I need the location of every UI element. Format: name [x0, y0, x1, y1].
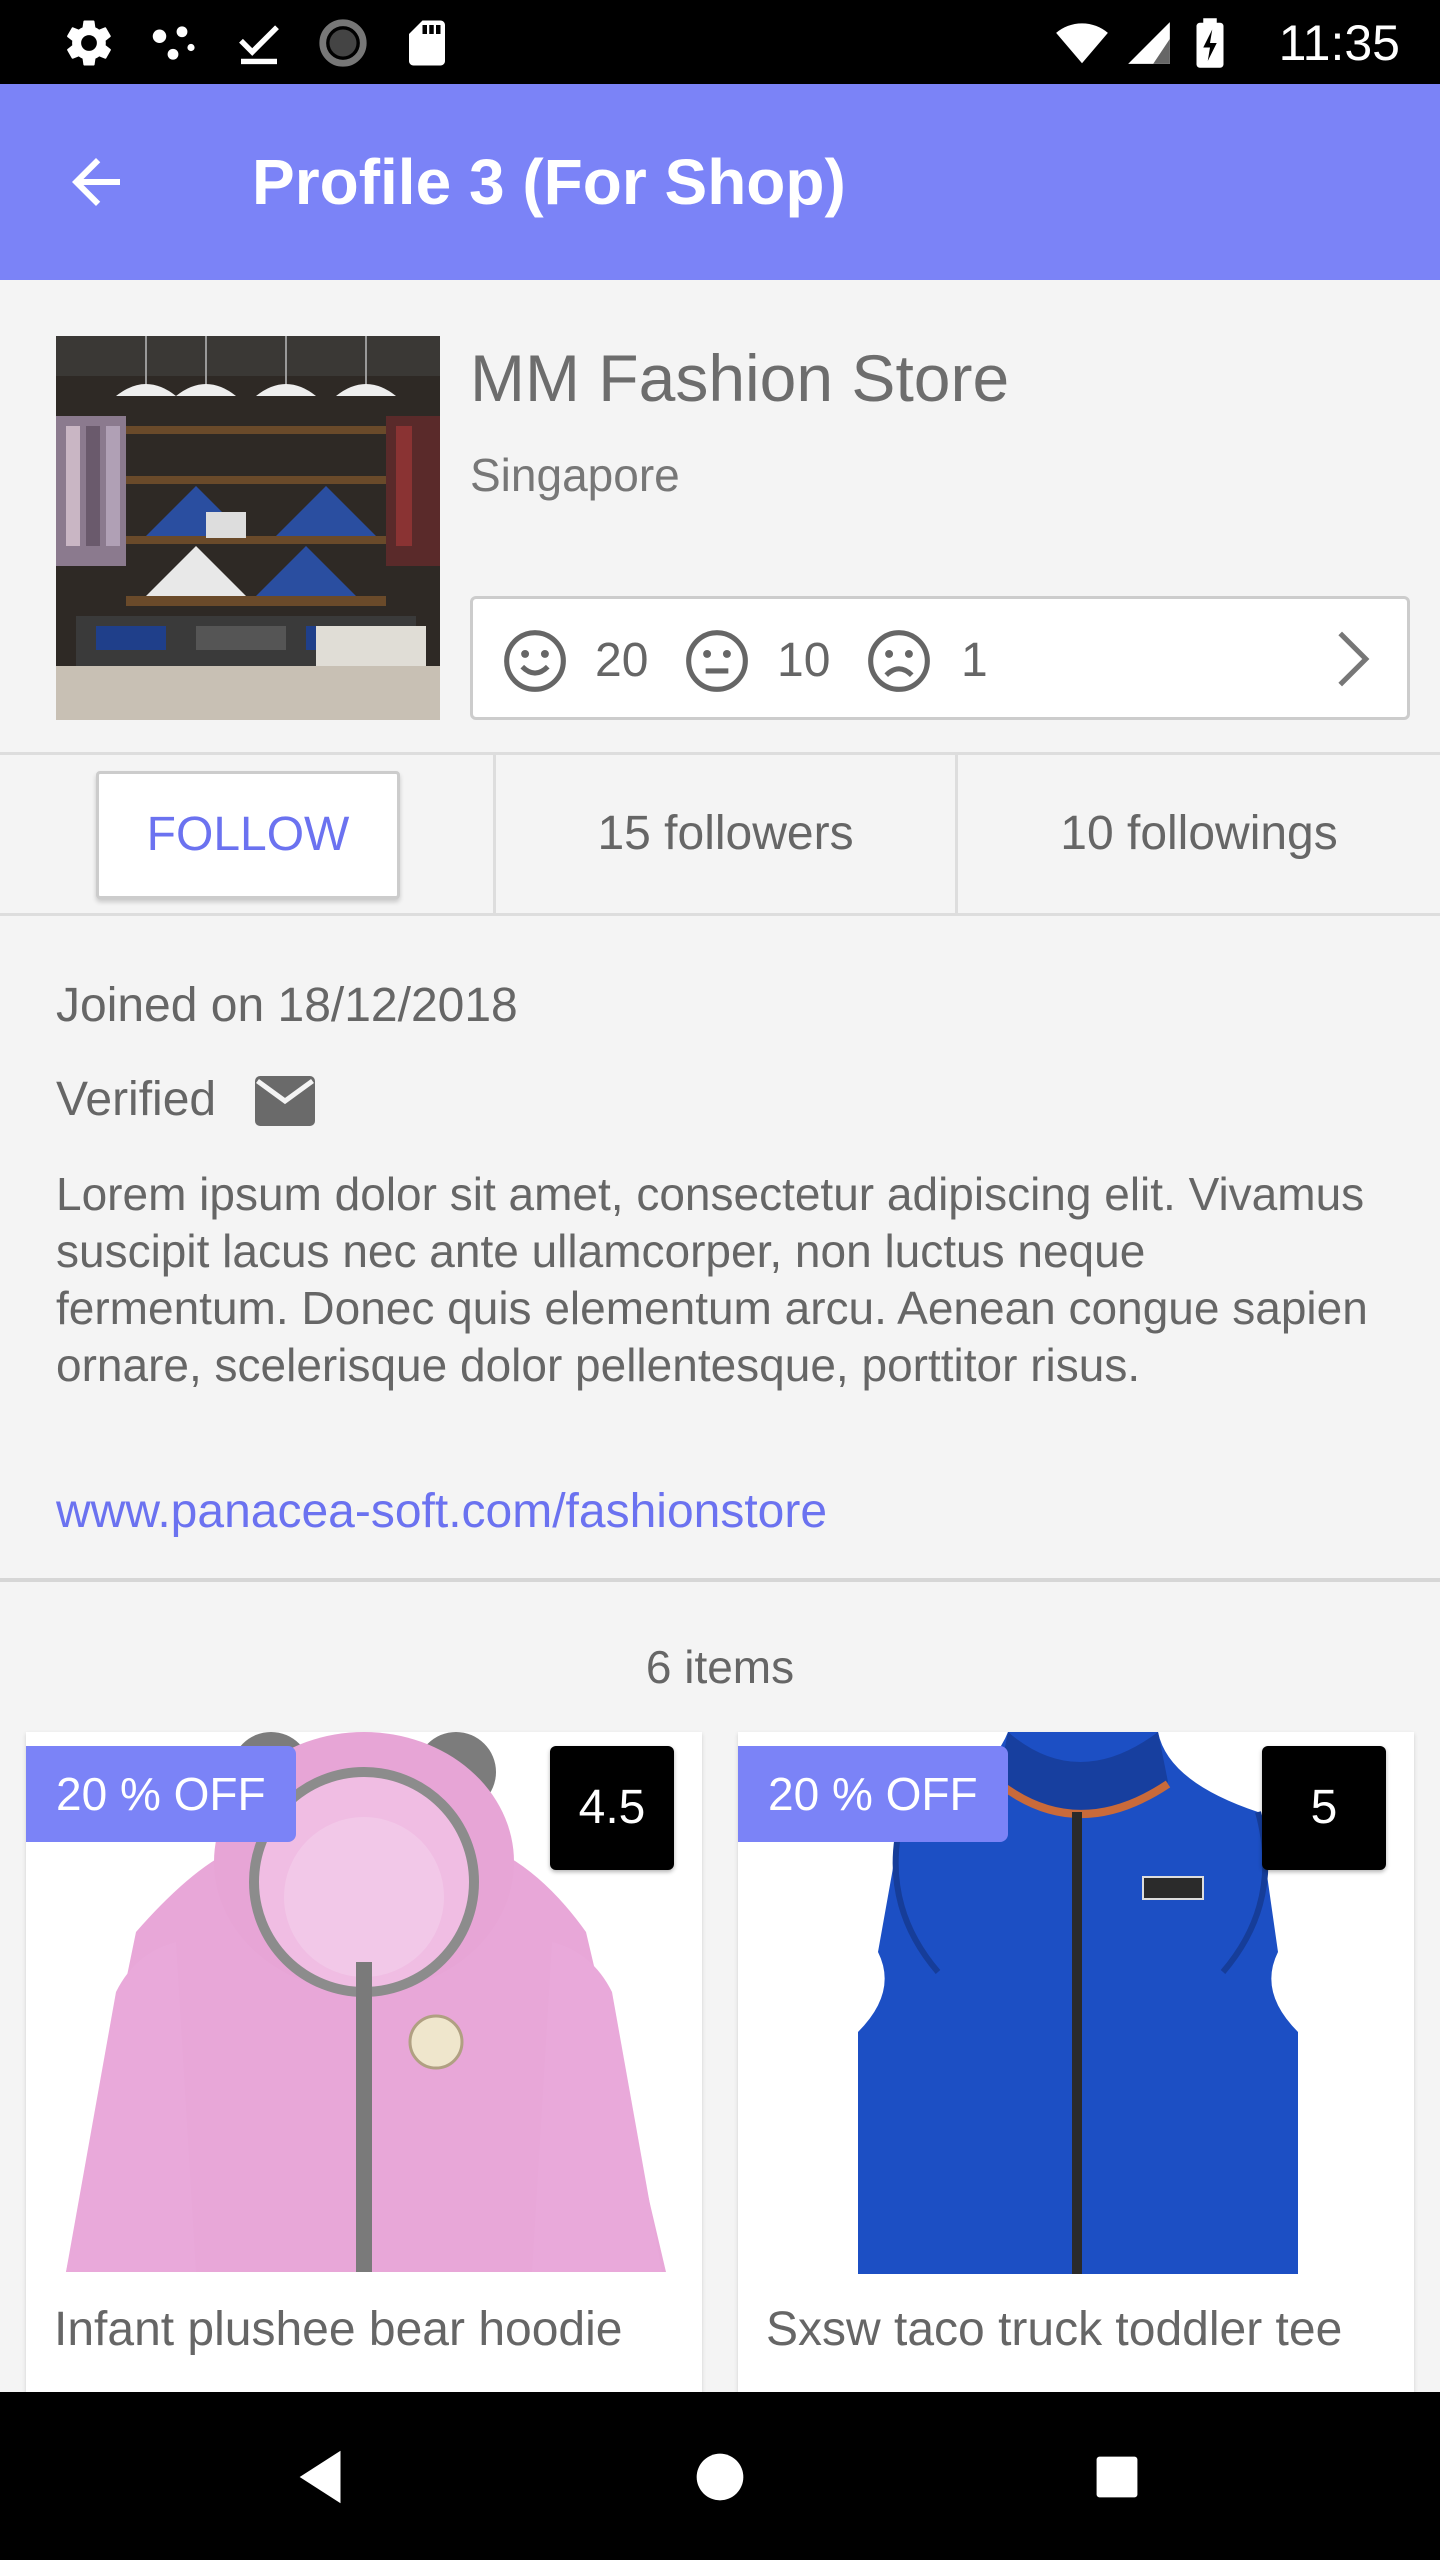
section-divider — [0, 1578, 1440, 1582]
followers-cell[interactable]: 15 followers — [496, 755, 958, 913]
loading-icon — [319, 19, 367, 67]
system-nav-bar — [0, 2392, 1440, 2560]
shop-info: Joined on 18/12/2018 Verified Lorem ipsu… — [0, 916, 1440, 1580]
discount-badge: 20 % OFF — [738, 1746, 1008, 1842]
product-name: Infant plushee bear hoodie — [54, 2303, 623, 2356]
product-card[interactable]: 20 % OFF 4.5 Infant plushee bear hoodie — [26, 1732, 702, 2392]
nav-back-icon[interactable] — [288, 2442, 358, 2512]
shop-name: MM Fashion Store — [470, 341, 1010, 415]
chevron-right-icon — [1338, 631, 1370, 687]
mail-icon — [255, 1076, 315, 1126]
shop-interior-image — [56, 336, 440, 720]
follow-cell: FOLLOW — [0, 755, 496, 913]
negative-count: 1 — [961, 634, 988, 687]
stats-row: FOLLOW 15 followers 10 followings — [0, 752, 1440, 916]
shop-description: Lorem ipsum dolor sit amet, consectetur … — [56, 1168, 1368, 1391]
shop-profile-header: MM Fashion Store Singapore 20 10 1 — [0, 280, 1440, 752]
app-bar: Profile 3 (For Shop) — [0, 84, 1440, 280]
rating-badge: 4.5 — [550, 1746, 674, 1870]
items-count: 6 items — [645, 1641, 795, 1693]
followings-count: 10 followings — [1060, 807, 1338, 860]
joined-date: Joined on 18/12/2018 — [56, 979, 518, 1032]
download-done-icon — [239, 25, 279, 65]
followings-cell[interactable]: 10 followings — [958, 755, 1440, 913]
smile-face-icon — [504, 630, 566, 692]
sad-face-icon — [868, 630, 930, 692]
shop-image[interactable] — [56, 336, 440, 720]
shop-location: Singapore — [470, 449, 680, 501]
product-card[interactable]: 20 % OFF 5 Sxsw taco truck toddler tee — [738, 1732, 1414, 2392]
neutral-count: 10 — [777, 634, 831, 687]
status-time: 11:35 — [1278, 15, 1400, 71]
dots-icon — [152, 26, 195, 60]
battery-charging-icon — [1196, 18, 1224, 68]
follow-button[interactable]: FOLLOW — [96, 771, 400, 899]
status-bar: 11:35 — [0, 0, 1440, 84]
nav-recents-icon[interactable] — [1082, 2442, 1152, 2512]
rating-badge: 5 — [1262, 1746, 1386, 1870]
positive-count: 20 — [595, 634, 649, 687]
wifi-icon — [1056, 23, 1108, 64]
arrow-back-icon[interactable] — [60, 146, 132, 218]
page-title: Profile 3 (For Shop) — [252, 146, 846, 218]
neutral-face-icon — [686, 630, 748, 692]
settings-icon — [67, 20, 111, 66]
shop-website-link[interactable]: www.panacea-soft.com/fashionstore — [56, 1484, 827, 1539]
nav-home-icon[interactable] — [685, 2442, 755, 2512]
sd-card-icon — [409, 20, 445, 66]
rating-summary[interactable]: 20 10 1 — [470, 596, 1410, 720]
signal-icon — [1128, 22, 1170, 64]
followers-count: 15 followers — [597, 807, 854, 860]
verified-label: Verified — [56, 1073, 217, 1126]
product-name: Sxsw taco truck toddler tee — [766, 2303, 1343, 2356]
discount-badge: 20 % OFF — [26, 1746, 296, 1842]
